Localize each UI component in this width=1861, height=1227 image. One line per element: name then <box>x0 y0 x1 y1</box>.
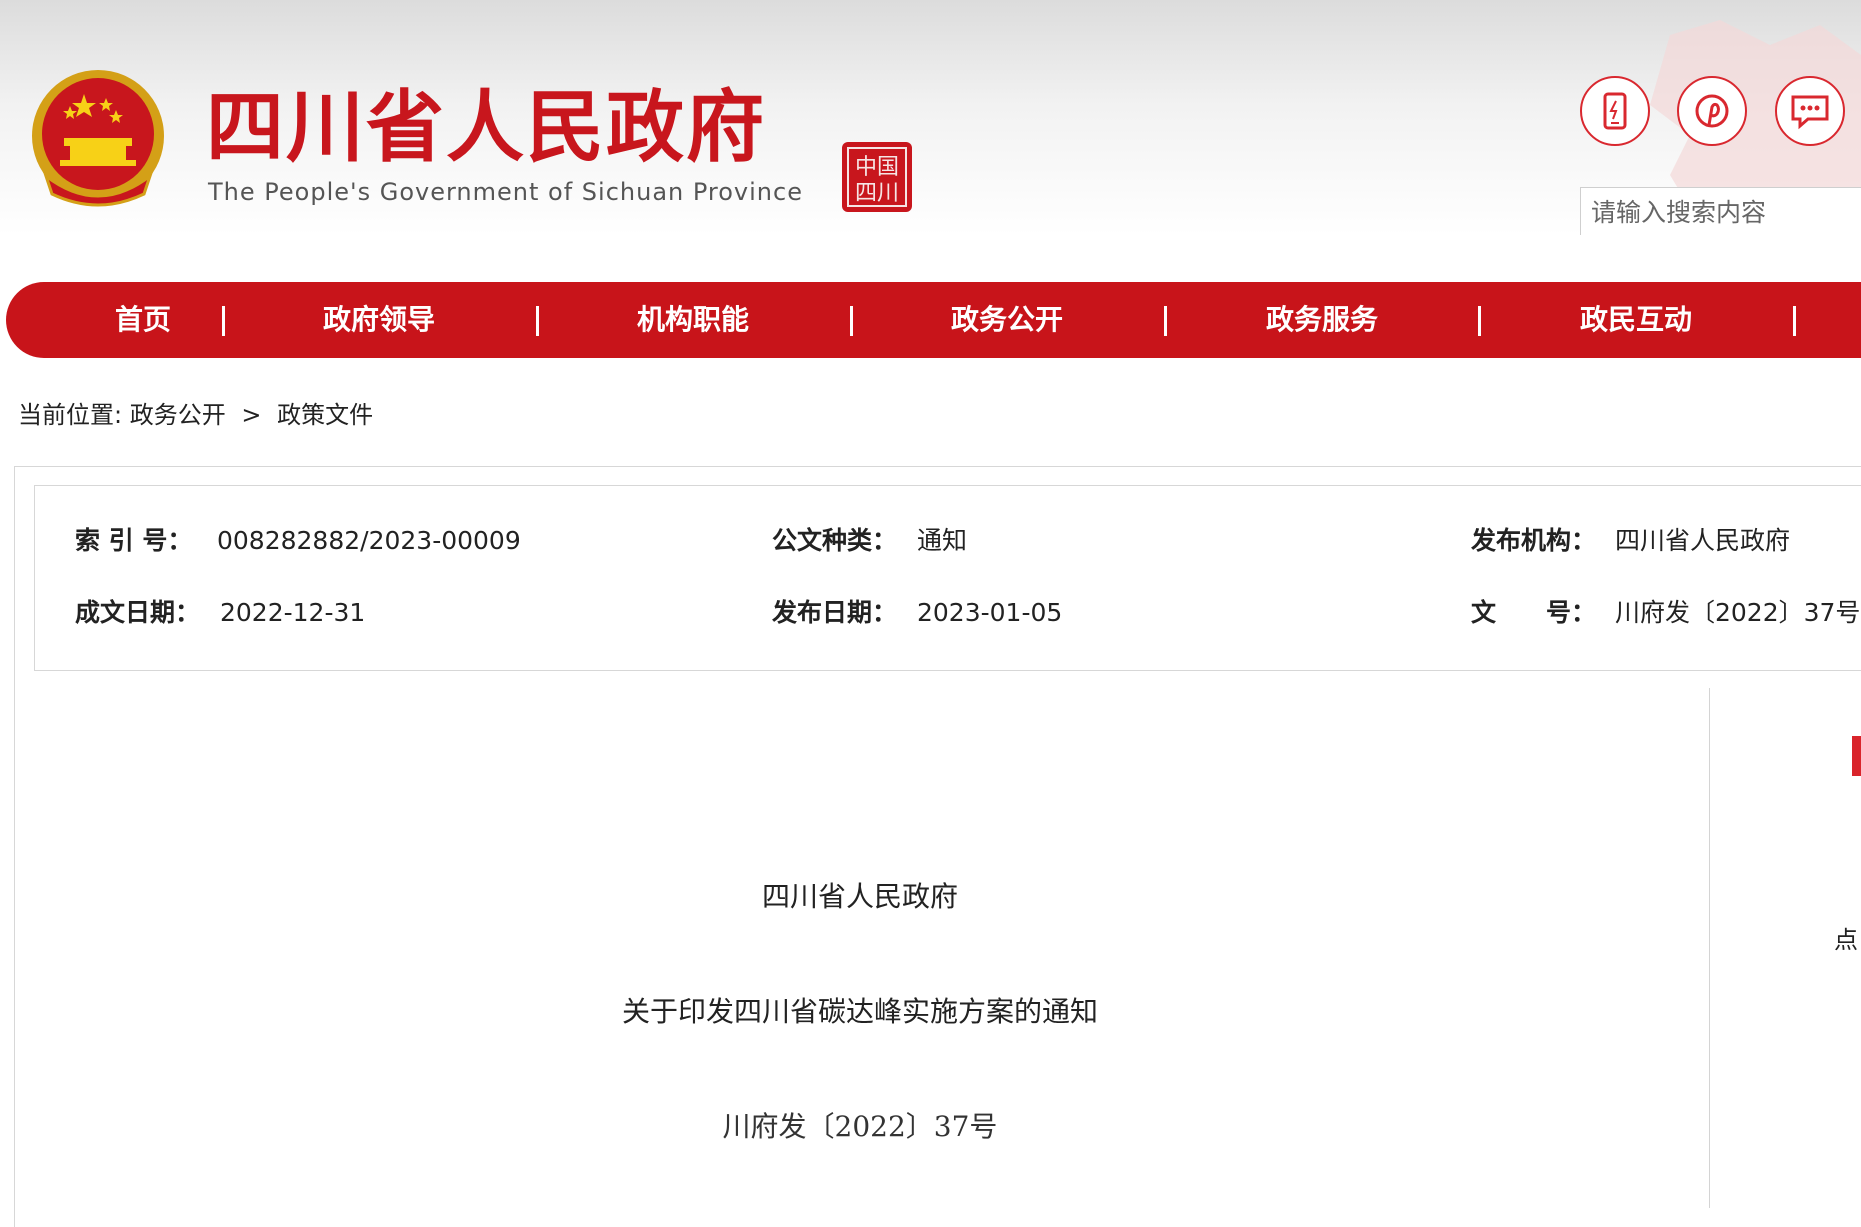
document-metadata-table: 索 引 号： 008282882/2023-00009 公文种类： 通知 发布机… <box>34 485 1861 671</box>
china-sichuan-seal: 中国 四川 <box>842 142 912 212</box>
nav-separator <box>536 306 539 336</box>
publisher-value: 四川省人民政府 <box>1615 526 1791 555</box>
document-number: 川府发〔2022〕37号 <box>722 1110 998 1143</box>
sidebar-divider <box>1709 688 1710 1208</box>
doc-number-value: 川府发〔2022〕37号 <box>1615 598 1861 627</box>
published-date-label: 发布日期： <box>772 598 898 627</box>
nav-item-interaction[interactable]: 政民互动 <box>1536 282 1736 358</box>
pinterest-icon[interactable] <box>1677 76 1747 146</box>
nav-separator <box>1164 306 1167 336</box>
search-input[interactable] <box>1580 187 1861 235</box>
document-title: 关于印发四川省碳达峰实施方案的通知 <box>621 995 1098 1028</box>
site-header: 四川省人民政府 The People's Government of Sichu… <box>0 0 1861 235</box>
nav-separator <box>1793 306 1796 336</box>
created-date-label: 成文日期： <box>75 598 201 627</box>
sidebar-accent-bar <box>1852 736 1861 776</box>
index-label: 索 引 号： <box>75 526 193 555</box>
created-date-value: 2022-12-31 <box>220 598 366 627</box>
index-value: 008282882/2023-00009 <box>217 526 521 555</box>
site-subtitle: The People's Government of Sichuan Provi… <box>208 178 803 206</box>
sidebar-text[interactable]: 点 <box>1834 920 1858 955</box>
message-icon[interactable] <box>1775 76 1845 146</box>
nav-separator <box>1478 306 1481 336</box>
nav-separator <box>222 306 225 336</box>
nav-separator <box>850 306 853 336</box>
main-nav: 首页 政府领导 机构职能 政务公开 政务服务 政民互动 <box>6 282 1861 358</box>
published-date-value: 2023-01-05 <box>917 598 1063 627</box>
nav-item-leadership[interactable]: 政府领导 <box>279 282 479 358</box>
breadcrumb-separator: > <box>241 401 262 429</box>
mobile-icon[interactable] <box>1580 76 1650 146</box>
national-emblem-logo <box>32 70 164 207</box>
nav-item-gov-affairs[interactable]: 政务公开 <box>907 282 1107 358</box>
doc-type-label: 公文种类： <box>772 526 898 555</box>
document-issuer: 四川省人民政府 <box>761 880 958 913</box>
site-title: 四川省人民政府 <box>206 83 767 173</box>
nav-item-services[interactable]: 政务服务 <box>1222 282 1422 358</box>
doc-number-label: 文 号： <box>1471 598 1597 627</box>
publisher-label: 发布机构： <box>1471 526 1597 555</box>
breadcrumb-prefix: 当前位置: <box>18 401 123 429</box>
breadcrumb: 当前位置: 政务公开 > 政策文件 <box>18 395 373 430</box>
nav-item-organization[interactable]: 机构职能 <box>593 282 793 358</box>
nav-item-home[interactable]: 首页 <box>43 282 243 358</box>
doc-type-value: 通知 <box>917 526 968 555</box>
svg-text:四川: 四川 <box>855 181 899 206</box>
breadcrumb-item-policy-docs[interactable]: 政策文件 <box>277 401 373 429</box>
breadcrumb-item-gov-affairs[interactable]: 政务公开 <box>130 401 226 429</box>
svg-text:中国: 中国 <box>855 155 899 180</box>
